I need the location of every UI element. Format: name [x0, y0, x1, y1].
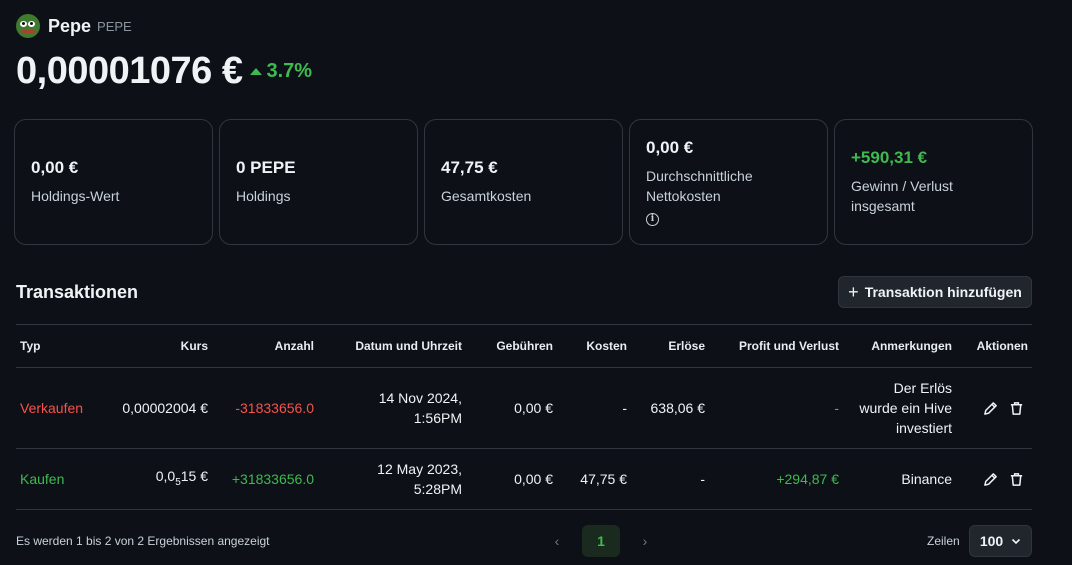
cell-actions — [956, 367, 1032, 449]
cell-pnl: - — [709, 367, 843, 449]
card-label: Gesamtkosten — [441, 188, 532, 204]
card-label: Holdings-Wert — [31, 188, 120, 204]
col-notes: Anmerkungen — [843, 324, 956, 368]
card-total-cost: 47,75 € Gesamtkosten — [424, 119, 623, 245]
pagination: ‹ 1 › — [550, 525, 652, 557]
arrow-up-icon — [250, 68, 263, 75]
cell-datetime: 12 May 2023, 5:28PM — [318, 448, 466, 510]
note-line: Der Erlös — [893, 380, 952, 396]
card-label: Holdings — [236, 188, 291, 204]
rows-per-page-label: Zeilen — [927, 534, 960, 548]
table-row: Kaufen 0,0515 € +31833656.0 12 May 2023,… — [16, 448, 1032, 510]
card-value: 0,00 € — [31, 158, 79, 177]
card-label-line: Durchschnittliche — [646, 168, 753, 184]
cell-date: 12 May 2023, — [377, 461, 462, 477]
col-cost: Kosten — [557, 324, 631, 368]
cell-amount: -31833656.0 — [212, 367, 318, 449]
cell-type: Kaufen — [16, 448, 96, 510]
chevron-right-icon[interactable]: › — [638, 533, 652, 549]
delete-trash-icon[interactable] — [1008, 400, 1024, 416]
coin-symbol: PEPE — [97, 18, 132, 34]
card-label: Gewinn / Verlust insgesamt — [851, 176, 1016, 216]
table-row: Verkaufen 0,00002004 € -31833656.0 14 No… — [16, 367, 1032, 449]
cell-amount: +31833656.0 — [212, 448, 318, 510]
coin-price: 0,00001076 € — [16, 50, 243, 92]
cell-proceeds: - — [631, 448, 709, 510]
edit-pencil-icon[interactable] — [982, 471, 998, 487]
col-actions: Aktionen — [956, 324, 1032, 368]
price-change-value: 3.7% — [266, 60, 313, 82]
pepe-logo-icon — [16, 14, 40, 38]
results-summary: Es werden 1 bis 2 von 2 Ergebnissen ange… — [16, 534, 270, 548]
chevron-down-icon — [1012, 538, 1021, 545]
cell-pnl: +294,87 € — [709, 448, 843, 510]
card-holdings-value: 0,00 € Holdings-Wert — [14, 119, 213, 245]
price-part: 0,0 — [155, 467, 176, 484]
col-fees: Gebühren — [466, 324, 557, 368]
col-pnl: Profit und Verlust — [709, 324, 843, 368]
card-label-line: insgesamt — [851, 198, 915, 214]
cell-type: Verkaufen — [16, 367, 96, 449]
col-type: Typ — [16, 324, 96, 368]
cell-price: 0,00002004 € — [96, 367, 212, 449]
card-label-line: Gewinn / Verlust — [851, 178, 953, 194]
transactions-table: Typ Kurs Anzahl Datum und Uhrzeit Gebühr… — [16, 324, 1032, 510]
info-icon[interactable]: i — [646, 212, 659, 226]
card-total-pnl: +590,31 € Gewinn / Verlust insgesamt — [834, 119, 1033, 245]
edit-pencil-icon[interactable] — [982, 400, 998, 416]
stats-cards: 0,00 € Holdings-Wert 0 PEPE Holdings 47,… — [14, 119, 1033, 245]
cell-cost: - — [557, 367, 631, 449]
coin-header: Pepe PEPE — [16, 14, 132, 38]
card-value: 0 PEPE — [236, 158, 296, 177]
cell-price: 0,0515 € — [96, 448, 212, 510]
add-transaction-label: Transaktion hinzufügen — [864, 284, 1022, 300]
price-part: 15 € — [180, 467, 208, 484]
rows-per-page-select[interactable]: 100 — [969, 525, 1032, 557]
plus-icon: + — [848, 282, 859, 302]
cell-cost: 47,75 € — [557, 448, 631, 510]
price-change: 3.7% — [250, 60, 312, 83]
cell-notes: Der Erlös wurde ein Hive investiert — [843, 367, 956, 449]
col-amount: Anzahl — [212, 324, 318, 368]
coin-name: Pepe — [48, 15, 92, 36]
card-label-line: Nettokosten — [646, 188, 721, 204]
cell-proceeds: 638,06 € — [631, 367, 709, 449]
card-value: 47,75 € — [441, 158, 498, 177]
cell-time: 1:56PM — [413, 410, 462, 426]
rows-per-page-value: 100 — [979, 533, 1004, 549]
card-value: +590,31 € — [851, 148, 928, 167]
cell-fees: 0,00 € — [466, 367, 557, 449]
card-avg-net-cost: 0,00 € Durchschnittliche Nettokosten i — [629, 119, 828, 245]
table-header-row: Typ Kurs Anzahl Datum und Uhrzeit Gebühr… — [16, 324, 1032, 368]
col-proceeds: Erlöse — [631, 324, 709, 368]
transactions-title: Transaktionen — [16, 282, 139, 302]
cell-date: 14 Nov 2024, — [378, 390, 462, 406]
cell-fees: 0,00 € — [466, 448, 557, 510]
card-holdings: 0 PEPE Holdings — [219, 119, 418, 245]
chevron-left-icon[interactable]: ‹ — [550, 533, 564, 549]
note-line: investiert — [895, 420, 952, 436]
cell-actions — [956, 448, 1032, 510]
price-row: 0,00001076 € 3.7% — [16, 50, 312, 93]
cell-time: 5:28PM — [413, 481, 462, 497]
col-datetime: Datum und Uhrzeit — [318, 324, 466, 368]
page-button-current[interactable]: 1 — [582, 525, 620, 557]
card-label: Durchschnittliche Nettokosten i — [646, 166, 811, 226]
delete-trash-icon[interactable] — [1008, 471, 1024, 487]
note-line: wurde ein Hive — [859, 400, 952, 416]
add-transaction-button[interactable]: + Transaktion hinzufügen — [838, 276, 1032, 308]
cell-datetime: 14 Nov 2024, 1:56PM — [318, 367, 466, 449]
col-price: Kurs — [96, 324, 212, 368]
cell-notes: Binance — [843, 448, 956, 510]
card-value: 0,00 € — [646, 138, 694, 157]
